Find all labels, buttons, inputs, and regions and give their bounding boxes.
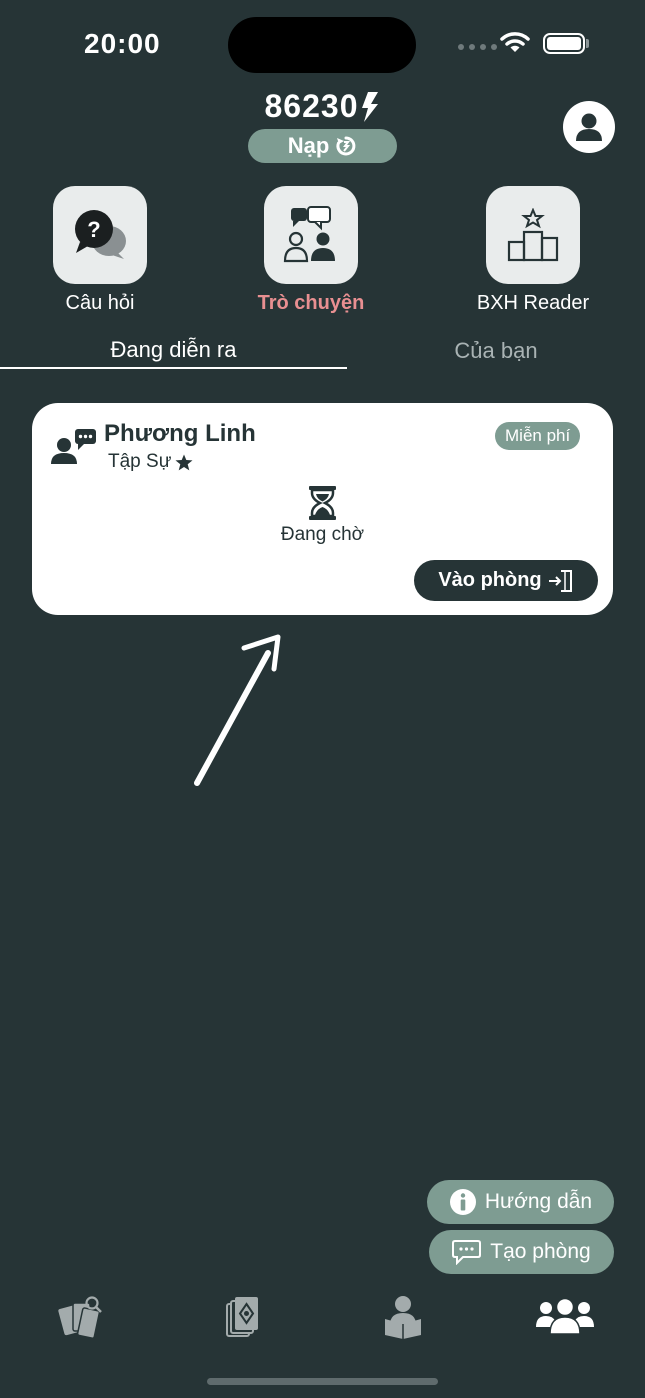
chat-add-icon: [452, 1240, 482, 1265]
host-rank: Tập Sự: [108, 451, 193, 473]
user-icon: [576, 113, 602, 141]
home-indicator: [207, 1378, 438, 1385]
hourglass-icon: [309, 486, 336, 520]
balance-display: 86230: [0, 88, 645, 125]
cellular-signal-icon: [458, 44, 497, 50]
tab-ongoing[interactable]: Đang diễn ra: [0, 337, 347, 363]
tab-active-indicator: [0, 367, 347, 369]
enter-door-icon: [548, 569, 572, 592]
chat-people-icon: [283, 206, 335, 263]
host-chat-icon: [51, 429, 96, 464]
status-time: 20:00: [84, 28, 161, 59]
profile-button[interactable]: [563, 101, 615, 153]
create-room-button[interactable]: Tạo phòng: [429, 1230, 614, 1274]
category-questions-button[interactable]: ?: [53, 186, 147, 284]
community-icon[interactable]: [536, 1297, 594, 1335]
reader-icon[interactable]: [384, 1295, 422, 1339]
battery-icon: [543, 33, 585, 54]
card-deck-icon[interactable]: [226, 1296, 260, 1338]
host-name: Phương Linh: [104, 420, 256, 447]
lightning-icon: [362, 91, 379, 122]
balance-value: 86230: [264, 88, 359, 124]
enter-room-button[interactable]: Vào phòng: [414, 560, 598, 601]
category-leaderboard-button[interactable]: [486, 186, 580, 284]
svg-text:?: ?: [87, 217, 100, 242]
tarot-cards-icon[interactable]: [58, 1295, 104, 1339]
guide-label: Hướng dẫn: [484, 1190, 593, 1213]
price-badge: Miễn phí: [495, 422, 581, 450]
category-chat-button[interactable]: [264, 186, 358, 284]
pointer-arrow-icon: [194, 634, 281, 786]
category-chat-label: Trò chuyện: [257, 292, 365, 314]
star-icon: [175, 454, 193, 470]
category-leaderboard-label: BXH Reader: [476, 292, 590, 314]
topup-button[interactable]: Nạp: [248, 129, 397, 163]
create-room-label: Tạo phòng: [490, 1240, 591, 1263]
guide-button[interactable]: Hướng dẫn: [427, 1180, 614, 1224]
info-icon: [449, 1189, 476, 1215]
question-chat-icon: ?: [75, 210, 126, 259]
dynamic-island: [228, 17, 416, 73]
enter-room-label: Vào phòng: [438, 569, 542, 591]
category-questions-label: Câu hỏi: [65, 292, 135, 314]
host-rank-label: Tập Sự: [108, 451, 172, 472]
podium-icon: [507, 208, 559, 262]
tab-yours[interactable]: Của bạn: [347, 338, 645, 364]
room-status: Đang chờ: [280, 524, 365, 545]
topup-label: Nạp: [287, 133, 330, 158]
refresh-coin-icon: [336, 136, 356, 156]
wifi-icon: [500, 32, 530, 52]
